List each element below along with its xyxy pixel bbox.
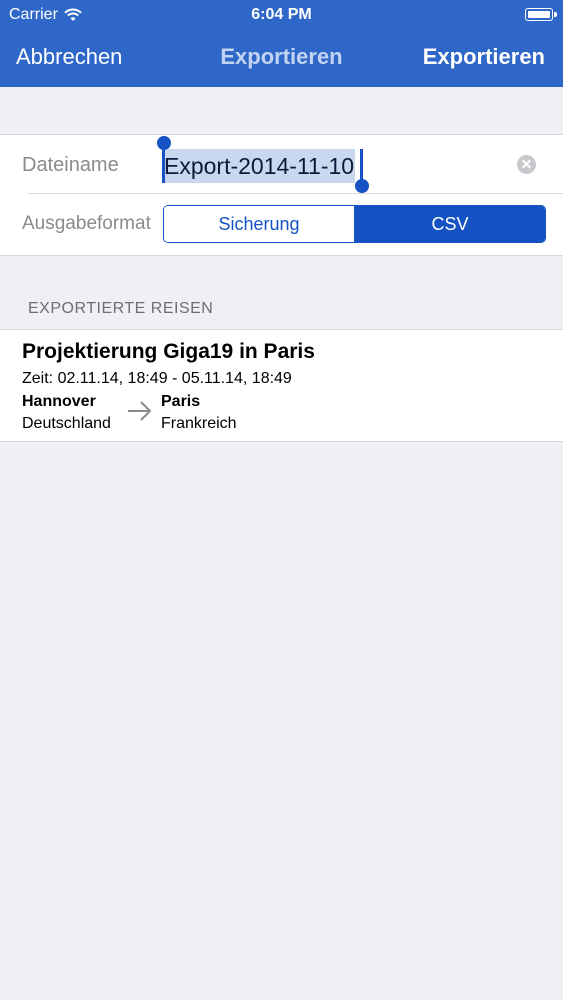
status-bar: Carrier 6:04 PM [0,0,563,30]
export-settings-group: Dateiname Export-2014-11-10 ✕ Ausgabefor… [0,134,563,256]
trip-to-country: Frankreich [161,415,237,432]
battery-icon [525,8,557,21]
format-label: Ausgabeformat [22,213,151,234]
section-header: EXPORTIERTE REISEN [28,300,214,317]
clear-x-icon: ✕ [520,156,533,172]
selection-end-line [360,149,363,183]
list-item[interactable]: Projektierung Giga19 in Paris Zeit: 02.1… [0,329,563,442]
trip-from-country: Deutschland [22,415,111,432]
trip-time: Zeit: 02.11.14, 18:49 - 05.11.14, 18:49 [22,370,292,387]
clear-text-button[interactable]: ✕ [517,155,536,174]
nav-title-text: Exportieren [220,44,343,69]
filename-selected-text[interactable]: Export-2014-11-10 [163,149,356,183]
filename-label: Dateiname [22,154,119,176]
format-option-csv[interactable]: CSV [355,206,545,242]
trip-to-city: Paris [161,393,201,410]
format-segmented-control: Sicherung CSV [163,205,546,243]
filename-input[interactable]: Export-2014-11-10 [157,136,369,193]
selection-start-line [162,147,165,183]
row-separator [28,193,563,194]
format-option-sicherung[interactable]: Sicherung [164,206,355,242]
navigation-bar: Carrier 6:04 PM Abbrechen Exportieren Ex… [0,0,563,87]
trip-title: Projektierung Giga19 in Paris [22,340,315,363]
selection-end-handle[interactable] [355,179,369,193]
export-button[interactable]: Exportieren [423,44,545,70]
trip-from-city: Hannover [22,393,96,410]
cancel-button[interactable]: Abbrechen [16,44,122,70]
clock: 6:04 PM [251,6,312,23]
arrow-right-icon [128,401,152,421]
